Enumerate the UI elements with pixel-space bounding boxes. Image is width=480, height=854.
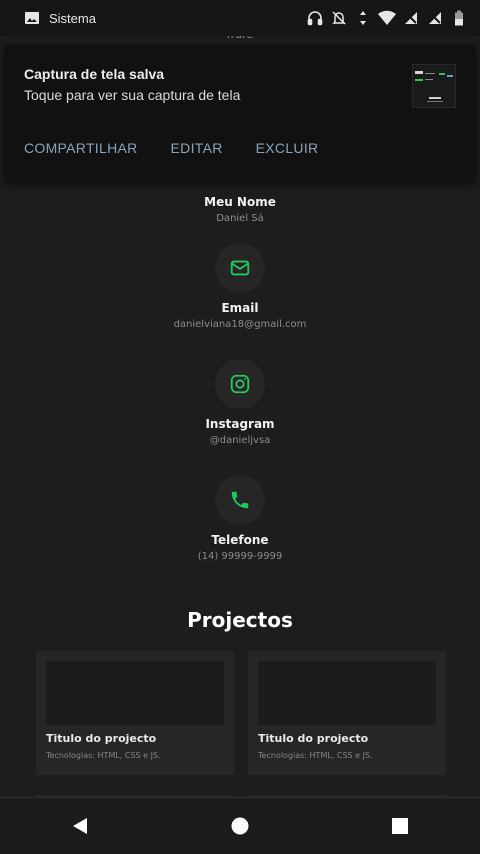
contact-phone-title: Telefone: [211, 533, 269, 547]
project-card[interactable]: Titulo do projecto Tecnologias: HTML, CS…: [248, 651, 446, 775]
contact-phone[interactable]: Telefone (14) 99999-9999: [0, 475, 480, 562]
email-icon: [230, 260, 250, 276]
status-bar: Sistema: [0, 0, 480, 36]
projects-title: Projectos: [187, 608, 293, 632]
project-title: Titulo do projecto: [258, 732, 369, 745]
project-card[interactable]: Titulo do projecto Tecnologias: HTML, CS…: [36, 651, 234, 775]
headphones-icon: [306, 9, 324, 27]
battery-icon: [450, 9, 468, 27]
email-icon-circle[interactable]: [215, 243, 265, 293]
recents-icon: [392, 818, 408, 834]
status-app-name: Sistema: [49, 10, 96, 26]
contact-name: Meu Nome Daniel Sá: [0, 187, 480, 224]
wifi-icon: [378, 9, 396, 27]
project-thumbnail: [46, 661, 224, 725]
home-button[interactable]: [210, 806, 270, 846]
phone-icon-circle[interactable]: [215, 475, 265, 525]
signal-off-icon: [426, 9, 444, 27]
notification-text: Toque para ver sua captura de tela: [24, 87, 241, 103]
instagram-icon-circle[interactable]: [215, 359, 265, 409]
instagram-icon: [230, 374, 250, 394]
signal-off-icon: [402, 9, 420, 27]
project-title: Titulo do projecto: [46, 732, 157, 745]
screenshot-notification[interactable]: Captura de tela salva Toque para ver sua…: [5, 45, 475, 183]
share-button[interactable]: COMPARTILHAR: [24, 140, 138, 156]
edit-button[interactable]: EDITAR: [171, 140, 223, 156]
project-tech: Tecnologias: HTML, CSS e JS.: [46, 751, 161, 760]
contact-instagram[interactable]: Instagram @danieljvsa: [0, 359, 480, 446]
contact-name-title: Meu Nome: [204, 195, 276, 209]
image-icon: [24, 10, 40, 26]
delete-button[interactable]: EXCLUIR: [256, 140, 319, 156]
screenshot-thumbnail[interactable]: [412, 64, 456, 108]
project-tech: Tecnologias: HTML, CSS e JS.: [258, 751, 373, 760]
navigation-bar: [0, 797, 480, 854]
bell-off-icon: [330, 9, 348, 27]
contact-email[interactable]: Email danielviana18@gmail.com: [0, 243, 480, 330]
contact-name-value: Daniel Sá: [216, 213, 264, 224]
home-icon: [231, 817, 249, 835]
back-button[interactable]: [50, 806, 110, 846]
contact-email-value: danielviana18@gmail.com: [173, 319, 307, 330]
contact-phone-value: (14) 99999-9999: [197, 551, 283, 562]
back-icon: [73, 818, 87, 834]
contact-instagram-title: Instagram: [205, 417, 275, 431]
project-thumbnail: [258, 661, 436, 725]
phone-icon: [231, 491, 249, 509]
data-arrows-icon: [354, 9, 372, 27]
notification-title: Captura de tela salva: [24, 66, 165, 82]
contact-instagram-value: @danieljvsa: [209, 435, 271, 446]
contact-email-title: Email: [221, 301, 259, 315]
recents-button[interactable]: [370, 806, 430, 846]
